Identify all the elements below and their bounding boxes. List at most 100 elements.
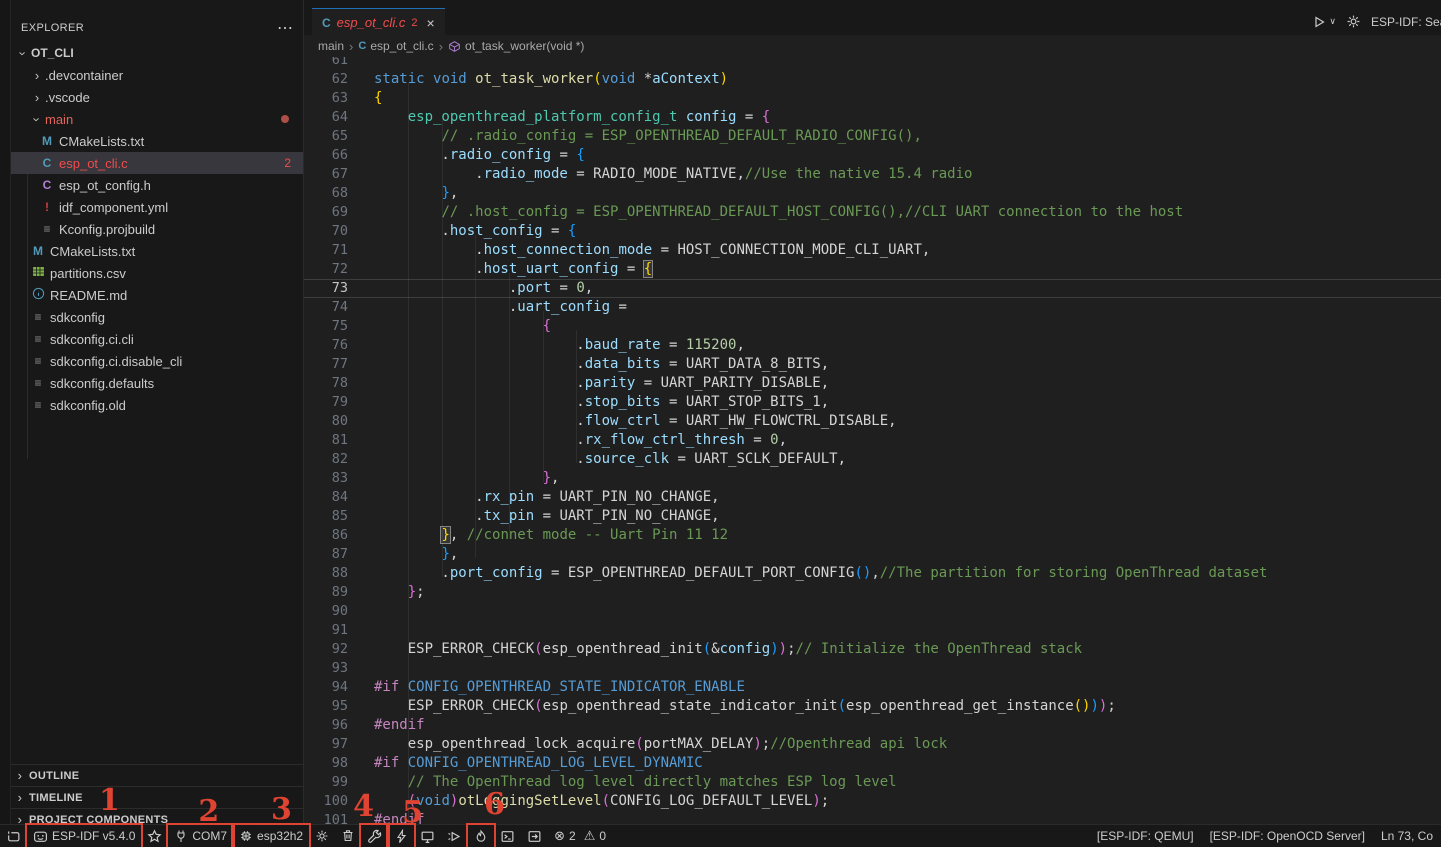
status-problems[interactable]: ⊗2⚠0 (548, 825, 612, 847)
tree-item-idf-component-yml[interactable]: !idf_component.yml (11, 196, 303, 218)
tree-item-cmakelists-txt[interactable]: MCMakeLists.txt (11, 240, 303, 262)
status-com-port[interactable]: COM7 (168, 825, 233, 847)
code-line-63[interactable]: 63{ (304, 89, 1441, 108)
line-number: 76 (304, 336, 348, 355)
code-line-101[interactable]: 101#endif (304, 811, 1441, 825)
settings-gear-icon[interactable] (1346, 14, 1361, 29)
code-line-66[interactable]: 66 .radio_config = { (304, 146, 1441, 165)
code-line-93[interactable]: 93 (304, 659, 1441, 678)
code-line-94[interactable]: 94#if CONFIG_OPENTHREAD_STATE_INDICATOR_… (304, 678, 1441, 697)
chevron-collapsed-icon[interactable]: › (29, 68, 45, 83)
tree-item-sdkconfig-ci-disable-cli[interactable]: ≡sdkconfig.ci.disable_cli (11, 350, 303, 372)
code-line-91[interactable]: 91 (304, 621, 1441, 640)
tree-item-kconfig-projbuild[interactable]: ≡Kconfig.projbuild (11, 218, 303, 240)
code-line-65[interactable]: 65 // .radio_config = ESP_OPENTHREAD_DEF… (304, 127, 1441, 146)
status-settings[interactable] (309, 825, 335, 847)
status-bar: ESP-IDF v5.4.0 COM7 esp32h2 ⊗2⚠0 [ESP-IDF: … (0, 824, 1441, 847)
line-number: 81 (304, 431, 348, 450)
terminal-icon (500, 829, 515, 844)
line-content: // The OpenThread log level directly mat… (374, 773, 897, 792)
status-remote[interactable] (0, 825, 27, 847)
tree-item--vscode[interactable]: ›.vscode (11, 86, 303, 108)
line-number: 73 (304, 279, 348, 298)
tree-item-ot-cli[interactable]: ›OT_CLI (11, 42, 303, 64)
status-openocd[interactable]: [ESP-IDF: OpenOCD Server] (1202, 829, 1373, 843)
tree-item-main[interactable]: ›main (11, 108, 303, 130)
line-number: 66 (304, 146, 348, 165)
status-build-flash-monitor[interactable] (468, 825, 494, 847)
more-actions-icon[interactable]: ⋯ (277, 18, 293, 38)
code-line-97[interactable]: 97 esp_openthread_lock_acquire(portMAX_D… (304, 735, 1441, 754)
code-line-88[interactable]: 88 .port_config = ESP_OPENTHREAD_DEFAULT… (304, 564, 1441, 583)
status-device-target[interactable]: esp32h2 (233, 825, 309, 847)
code-line-62[interactable]: 62static void ot_task_worker(void *aCont… (304, 70, 1441, 89)
remote-window-icon (6, 829, 21, 844)
status-clean[interactable] (335, 825, 361, 847)
line-content: .host_uart_config = { (374, 260, 652, 279)
code-line-96[interactable]: 96#endif (304, 716, 1441, 735)
code-line-98[interactable]: 98#if CONFIG_OPENTHREAD_LOG_LEVEL_DYNAMI… (304, 754, 1441, 773)
code-line-95[interactable]: 95 ESP_ERROR_CHECK(esp_openthread_state_… (304, 697, 1441, 716)
sidebar-section-outline[interactable]: ›OUTLINE (11, 764, 303, 786)
status-build[interactable] (361, 825, 388, 847)
tree-item--devcontainer[interactable]: ›.devcontainer (11, 64, 303, 86)
status-cursor-position[interactable]: Ln 73, Co (1373, 829, 1441, 843)
tree-item-readme-md[interactable]: README.md (11, 284, 303, 306)
status-terminal[interactable] (494, 825, 521, 847)
status-monitor[interactable] (414, 825, 441, 847)
status-qemu[interactable]: [ESP-IDF: QEMU] (1089, 829, 1202, 843)
espidf-action-label[interactable]: ESP-IDF: Sea (1371, 15, 1441, 29)
code-line-89[interactable]: 89 }; (304, 583, 1441, 602)
chevron-down-icon[interactable]: ∨ (1329, 16, 1336, 27)
code-line-100[interactable]: 100 (void)otLoggingSetLevel(CONFIG_LOG_D… (304, 792, 1441, 811)
status-flash[interactable] (388, 825, 414, 847)
line-number: 101 (304, 811, 348, 825)
breadcrumb-folder[interactable]: main (318, 39, 344, 53)
tree-item-sdkconfig[interactable]: ≡sdkconfig (11, 306, 303, 328)
line-number: 90 (304, 602, 348, 621)
close-icon[interactable]: × (426, 15, 434, 31)
tree-item-partitions-csv[interactable]: partitions.csv (11, 262, 303, 284)
status-star[interactable] (141, 825, 168, 847)
code-line-90[interactable]: 90 (304, 602, 1441, 621)
run-or-debug-icon[interactable]: ∨ (1311, 14, 1336, 30)
breadcrumb-symbol[interactable]: ot_task_worker(void *) (448, 39, 584, 53)
status-debug[interactable] (441, 825, 468, 847)
sidebar-section-timeline[interactable]: ›TIMELINE (11, 786, 303, 808)
code-line-67[interactable]: 67 .radio_mode = RADIO_MODE_NATIVE,//Use… (304, 165, 1441, 184)
chevron-expanded-icon[interactable]: › (30, 111, 45, 127)
problems-badge: 2 (284, 156, 291, 170)
tree-item-sdkconfig-old[interactable]: ≡sdkconfig.old (11, 394, 303, 416)
code-line-61[interactable]: 61 (304, 57, 1441, 70)
chevron-collapsed-icon[interactable]: › (29, 90, 45, 105)
code-editor[interactable]: 6162static void ot_task_worker(void *aCo… (304, 57, 1441, 825)
status-idf-terminal[interactable] (521, 825, 548, 847)
tree-item-esp-ot-config-h[interactable]: Cesp_ot_config.h (11, 174, 303, 196)
code-line-64[interactable]: 64 esp_openthread_platform_config_t conf… (304, 108, 1441, 127)
sidebar-section-project-components[interactable]: ›PROJECT COMPONENTS (11, 808, 303, 825)
tree-item-cmakelists-txt[interactable]: MCMakeLists.txt (11, 130, 303, 152)
status-espidf[interactable]: ESP-IDF v5.4.0 (27, 825, 141, 847)
tree-item-esp-ot-cli-c[interactable]: Cesp_ot_cli.c2 (11, 152, 303, 174)
tab-esp-ot-cli[interactable]: C esp_ot_cli.c 2 × (312, 8, 445, 36)
status-bar-left: ESP-IDF v5.4.0 COM7 esp32h2 ⊗2⚠0 (0, 825, 612, 847)
line-number: 92 (304, 640, 348, 659)
tree-item-label: .devcontainer (45, 68, 123, 83)
chevron-collapsed-icon: › (11, 790, 29, 805)
monitor-icon (420, 829, 435, 844)
export-icon (527, 829, 542, 844)
code-line-99[interactable]: 99 // The OpenThread log level directly … (304, 773, 1441, 792)
line-number: 69 (304, 203, 348, 222)
code-line-68[interactable]: 68 }, (304, 184, 1441, 203)
line-number: 75 (304, 317, 348, 336)
chevron-expanded-icon[interactable]: › (16, 45, 31, 61)
code-line-69[interactable]: 69 // .host_config = ESP_OPENTHREAD_DEFA… (304, 203, 1441, 222)
status-label: esp32h2 (257, 829, 303, 843)
breadcrumb-file[interactable]: C esp_ot_cli.c (358, 39, 433, 53)
code-line-92[interactable]: 92 ESP_ERROR_CHECK(esp_openthread_init(&… (304, 640, 1441, 659)
line-number: 63 (304, 89, 348, 108)
tree-item-sdkconfig-ci-cli[interactable]: ≡sdkconfig.ci.cli (11, 328, 303, 350)
line-number: 61 (304, 57, 348, 70)
tree-item-sdkconfig-defaults[interactable]: ≡sdkconfig.defaults (11, 372, 303, 394)
line-number: 94 (304, 678, 348, 697)
